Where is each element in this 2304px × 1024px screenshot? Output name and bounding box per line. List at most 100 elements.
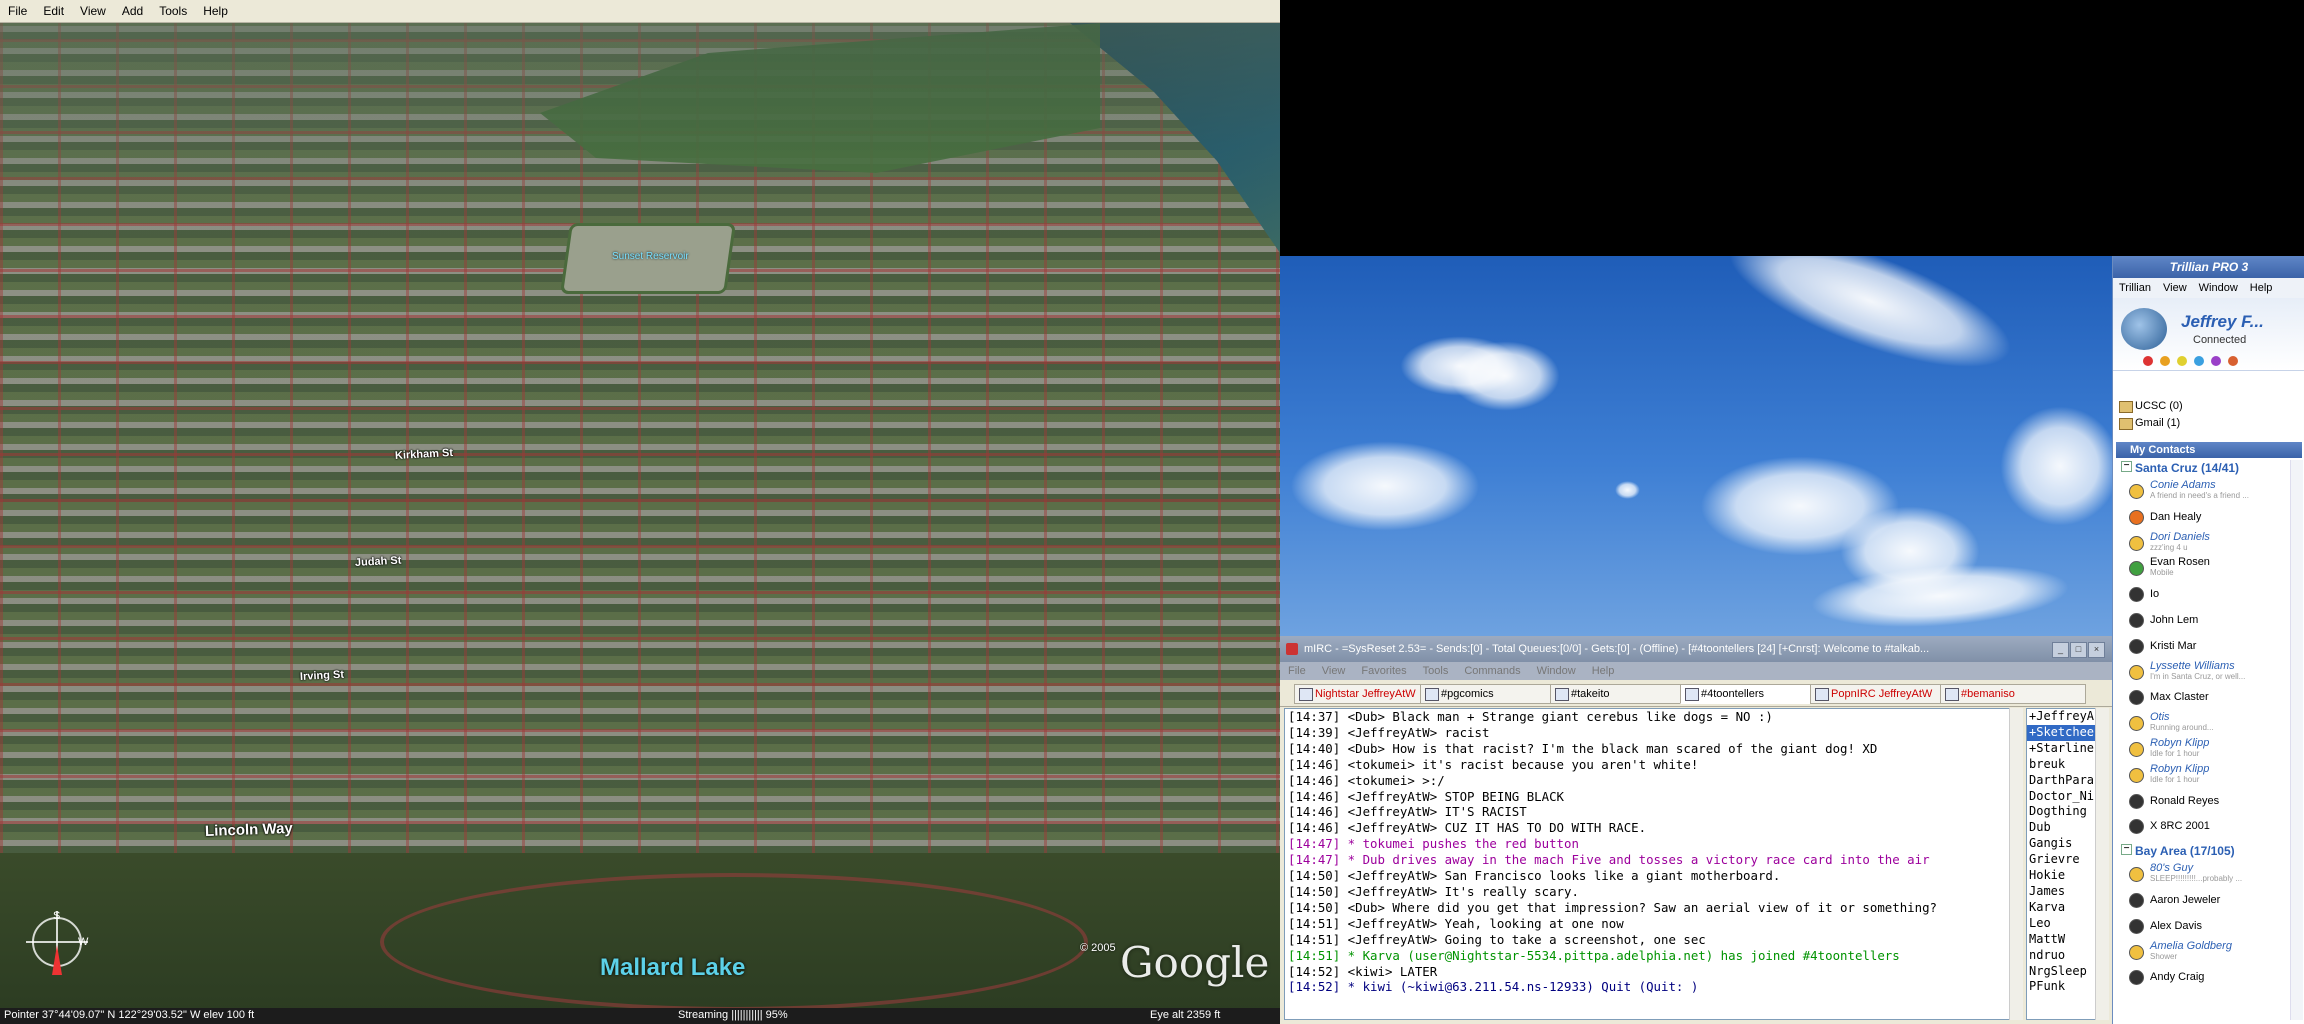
status-button[interactable] xyxy=(2194,356,2204,366)
contact-item[interactable]: Alex Davis xyxy=(2129,914,2289,940)
mirc-title-text: mIRC - =SysReset 2.53= - Sends:[0] - Tot… xyxy=(1304,643,1930,655)
tr-menu-window[interactable]: Window xyxy=(2193,282,2244,294)
user-name[interactable]: Jeffrey F... xyxy=(2181,312,2264,332)
ge-menu-tools[interactable]: Tools xyxy=(151,4,195,18)
nick-list-item[interactable]: NrgSleep xyxy=(2027,964,2095,980)
nick-list-item[interactable]: Karva xyxy=(2027,900,2095,916)
nick-list-item[interactable]: ndruo xyxy=(2027,948,2095,964)
nick-list-item[interactable]: +Sketchee xyxy=(2027,724,2095,741)
contact-name: Evan Rosen xyxy=(2150,556,2210,569)
trillian-menubar: Trillian View Window Help xyxy=(2113,278,2304,299)
tr-menu-help[interactable]: Help xyxy=(2244,282,2279,294)
status-button[interactable] xyxy=(2177,356,2187,366)
mirc-menu-help[interactable]: Help xyxy=(1584,665,1623,677)
contact-item[interactable]: Io xyxy=(2129,582,2289,608)
nick-list-item[interactable]: Leo xyxy=(2027,916,2095,932)
contact-item[interactable]: Ronald Reyes xyxy=(2129,789,2289,815)
mirc-menu-commands[interactable]: Commands xyxy=(1456,665,1528,677)
contact-status-icon xyxy=(2129,561,2144,577)
mirc-menu-window[interactable]: Window xyxy=(1529,665,1584,677)
contact-item[interactable]: Lyssette Williams I'm in Santa Cruz, or w… xyxy=(2129,660,2289,686)
ge-menu-help[interactable]: Help xyxy=(195,4,236,18)
nick-list-item[interactable]: Grievre xyxy=(2027,852,2095,868)
tab-popnirc-status[interactable]: PopnIRC JeffreyAtW xyxy=(1810,684,1956,704)
tab-takeito[interactable]: #takeito xyxy=(1550,684,1696,704)
nick-list-item[interactable]: Gangis xyxy=(2027,836,2095,852)
contact-status-icon xyxy=(2129,767,2144,783)
contact-name: Robyn Klipp xyxy=(2150,762,2210,775)
contact-item[interactable]: Max Claster xyxy=(2129,685,2289,711)
tr-menu-trillian[interactable]: Trillian xyxy=(2113,282,2157,294)
google-earth-window: File Edit View Add Tools Help Sunset Res… xyxy=(0,0,1280,1024)
contact-item[interactable]: Conie Adams A friend in need's a friend .… xyxy=(2129,479,2289,505)
tab-pgcomics[interactable]: #pgcomics xyxy=(1420,684,1566,704)
status-button[interactable] xyxy=(2143,356,2153,366)
nick-list-item[interactable]: Dub xyxy=(2027,820,2095,836)
ge-menu-edit[interactable]: Edit xyxy=(35,4,72,18)
maximize-button[interactable]: □ xyxy=(2070,642,2087,658)
chat-scrollbar[interactable] xyxy=(2009,708,2023,1020)
contact-item[interactable]: Robyn Klipp Idle for 1 hour xyxy=(2129,763,2289,789)
contact-status-icon xyxy=(2129,716,2144,732)
earth-3d-view[interactable] xyxy=(0,23,1280,1008)
mirc-menu-view[interactable]: View xyxy=(1314,665,1354,677)
nick-list-scrollbar[interactable] xyxy=(2095,708,2109,1020)
nick-list-item[interactable]: DarthParac xyxy=(2027,773,2095,789)
contact-item[interactable]: Amelia Goldberg Shower xyxy=(2129,940,2289,966)
nick-list-item[interactable]: James xyxy=(2027,884,2095,900)
compass-icon[interactable]: S W xyxy=(20,905,95,980)
nick-list-item[interactable]: Hokie xyxy=(2027,868,2095,884)
contacts-header[interactable]: My Contacts xyxy=(2116,442,2302,458)
ge-menu-view[interactable]: View xyxy=(72,4,114,18)
nick-list-item[interactable]: Dogthing xyxy=(2027,804,2095,820)
tab-4toontellers[interactable]: #4toontellers xyxy=(1680,684,1826,704)
mirc-titlebar[interactable]: mIRC - =SysReset 2.53= - Sends:[0] - Tot… xyxy=(1280,636,2112,662)
nick-list-item[interactable]: PFunk xyxy=(2027,979,2095,995)
user-profile-panel: Jeffrey F... Connected xyxy=(2113,298,2304,371)
mirc-menu-favorites[interactable]: Favorites xyxy=(1353,665,1414,677)
contact-name: Otis xyxy=(2150,711,2170,724)
contact-item[interactable]: John Lem xyxy=(2129,608,2289,634)
nick-list-item[interactable]: breuk xyxy=(2027,757,2095,773)
contact-item[interactable]: Dan Healy xyxy=(2129,505,2289,531)
account-ucsc[interactable]: UCSC (0) xyxy=(2119,400,2183,413)
contact-item[interactable]: Robyn Klipp Idle for 1 hour xyxy=(2129,737,2289,763)
mirc-menu-file[interactable]: File xyxy=(1280,665,1314,677)
tab-bemaniso[interactable]: #bemaniso xyxy=(1940,684,2086,704)
chat-log[interactable]: [14:37] <Dub> Black man + Strange giant … xyxy=(1284,708,2010,1020)
nick-list-item[interactable]: +JeffreyA xyxy=(2027,709,2095,725)
account-gmail[interactable]: Gmail (1) xyxy=(2119,417,2180,430)
tab-nightstar-status[interactable]: Nightstar JeffreyAtW xyxy=(1294,684,1436,704)
contact-status-message: Idle for 1 hour xyxy=(2150,749,2200,758)
contact-item[interactable]: X 8RC 2001 xyxy=(2129,814,2289,840)
contact-item[interactable]: Otis Running around... xyxy=(2129,711,2289,737)
close-button[interactable]: × xyxy=(2088,642,2105,658)
contact-list-scrollbar[interactable] xyxy=(2290,460,2303,1020)
nick-list[interactable]: +JeffreyA +Sketchee +Starline breuk DarthPar… xyxy=(2026,708,2096,1020)
pointer-coordinates: Pointer 37°44'09.07" N 122°29'03.52" W e… xyxy=(4,1009,255,1021)
status-button[interactable] xyxy=(2228,356,2238,366)
streaming-status: Streaming ||||||||||| 95% xyxy=(678,1009,788,1021)
nick-list-item[interactable]: +Starline xyxy=(2027,741,2095,757)
contact-group-header[interactable]: Santa Cruz (14/41) xyxy=(2121,461,2239,475)
trillian-window: Trillian PRO 3 Trillian View Window Help… xyxy=(2112,256,2304,1024)
trillian-titlebar[interactable]: Trillian PRO 3 xyxy=(2113,256,2304,278)
contact-item[interactable]: Evan Rosen Mobile xyxy=(2129,556,2289,582)
ge-menu-file[interactable]: File xyxy=(0,4,35,18)
nick-list-item[interactable]: Doctor_Nic xyxy=(2027,789,2095,805)
ge-menu-add[interactable]: Add xyxy=(114,4,151,18)
contact-item[interactable]: Aaron Jeweler xyxy=(2129,888,2289,914)
mirc-menu-tools[interactable]: Tools xyxy=(1415,665,1457,677)
contact-name: Lyssette Williams xyxy=(2150,659,2235,672)
status-button[interactable] xyxy=(2160,356,2170,366)
contact-item[interactable]: Kristi Mar xyxy=(2129,634,2289,660)
nick-list-item[interactable]: MattW xyxy=(2027,932,2095,948)
minimize-button[interactable]: _ xyxy=(2052,642,2069,658)
contact-item[interactable]: Andy Craig xyxy=(2129,965,2289,991)
avatar[interactable] xyxy=(2121,308,2167,350)
contact-item[interactable]: Dori Daniels zzz'ing 4 u xyxy=(2129,531,2289,557)
tr-menu-view[interactable]: View xyxy=(2157,282,2193,294)
contact-item[interactable]: 80's Guy SLEEP!!!!!!!!!...probably ... xyxy=(2129,862,2289,888)
contact-group-header[interactable]: Bay Area (17/105) xyxy=(2121,844,2235,858)
status-button[interactable] xyxy=(2211,356,2221,366)
